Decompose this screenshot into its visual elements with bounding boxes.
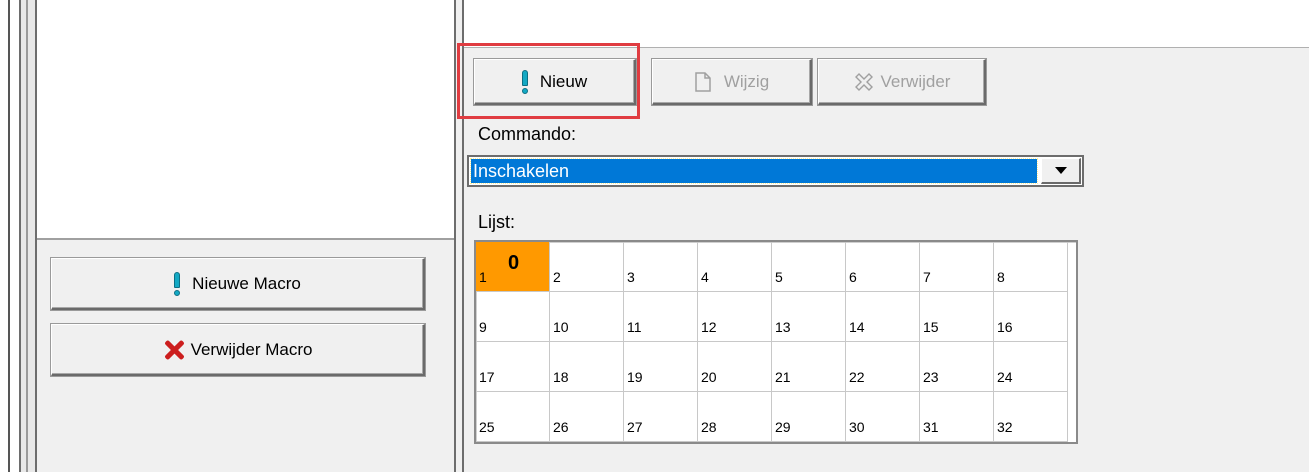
grid-cell[interactable]: 17 bbox=[476, 342, 550, 392]
cell-number: 31 bbox=[923, 419, 939, 435]
cell-number: 32 bbox=[997, 419, 1013, 435]
delete-macro-button[interactable]: Verwijder Macro bbox=[51, 324, 425, 376]
grid-cell[interactable]: 13 bbox=[772, 292, 846, 342]
x-outline-icon bbox=[854, 72, 873, 91]
cell-number: 2 bbox=[553, 269, 561, 285]
cell-number: 24 bbox=[997, 369, 1013, 385]
window-frame-left bbox=[8, 0, 10, 472]
exclamation-icon bbox=[174, 271, 181, 296]
grid-cell[interactable]: 24 bbox=[994, 342, 1068, 392]
cell-number: 17 bbox=[479, 369, 495, 385]
delete-macro-label: Verwijder Macro bbox=[190, 339, 313, 359]
cell-number: 30 bbox=[849, 419, 865, 435]
cell-number: 11 bbox=[627, 319, 642, 335]
cell-number: 4 bbox=[701, 269, 709, 285]
cell-number: 26 bbox=[553, 419, 569, 435]
cell-number: 18 bbox=[553, 369, 569, 385]
cell-number: 15 bbox=[923, 319, 939, 335]
grid-cell[interactable]: 23 bbox=[920, 342, 994, 392]
new-macro-label: Nieuwe Macro bbox=[192, 273, 301, 293]
cell-number: 12 bbox=[701, 319, 717, 335]
cell-number: 19 bbox=[627, 369, 643, 385]
macro-list[interactable] bbox=[37, 0, 454, 240]
grid-cell[interactable]: 3 bbox=[624, 242, 698, 292]
grid-cell[interactable]: 28 bbox=[698, 392, 772, 442]
grid-cell[interactable]: 9 bbox=[476, 292, 550, 342]
grid-cell[interactable]: 10 bbox=[476, 242, 550, 292]
grid-cell[interactable]: 18 bbox=[550, 342, 624, 392]
highlight-annotation bbox=[457, 43, 640, 119]
editor-header-area bbox=[464, 0, 1309, 48]
cell-number: 6 bbox=[849, 269, 857, 285]
cell-number: 9 bbox=[479, 319, 487, 335]
cell-number: 16 bbox=[997, 319, 1013, 335]
grid-cell[interactable]: 26 bbox=[550, 392, 624, 442]
grid-cell[interactable]: 5 bbox=[772, 242, 846, 292]
cell-number: 1 bbox=[479, 269, 487, 285]
grid-cell[interactable]: 20 bbox=[698, 342, 772, 392]
delete-button[interactable]: Verwijder bbox=[818, 59, 986, 105]
grid-cell[interactable]: 25 bbox=[476, 392, 550, 442]
cell-number: 20 bbox=[701, 369, 717, 385]
dropdown-arrow-button[interactable] bbox=[1041, 158, 1081, 184]
cell-number: 25 bbox=[479, 419, 495, 435]
delete-button-label: Verwijder bbox=[880, 71, 951, 91]
grid-cell[interactable]: 32 bbox=[994, 392, 1068, 442]
edit-button-label: Wijzig bbox=[723, 71, 770, 91]
grid-cell[interactable]: 19 bbox=[624, 342, 698, 392]
grid-cell[interactable]: 16 bbox=[994, 292, 1068, 342]
grid-cell[interactable]: 22 bbox=[846, 342, 920, 392]
grid-cell[interactable]: 21 bbox=[772, 342, 846, 392]
cell-number: 27 bbox=[627, 419, 643, 435]
chevron-down-icon bbox=[1054, 167, 1067, 174]
grid-cell[interactable]: 29 bbox=[772, 392, 846, 442]
grid-cell[interactable]: 27 bbox=[624, 392, 698, 442]
cell-number: 21 bbox=[775, 369, 791, 385]
frame-splitter-left bbox=[19, 0, 37, 472]
cell-number: 10 bbox=[553, 319, 569, 335]
grid-cell[interactable]: 15 bbox=[920, 292, 994, 342]
grid-cell[interactable]: 4 bbox=[698, 242, 772, 292]
cell-number: 7 bbox=[923, 269, 931, 285]
new-macro-button[interactable]: Nieuwe Macro bbox=[51, 258, 425, 310]
cell-number: 14 bbox=[849, 319, 865, 335]
grid-cell[interactable]: 11 bbox=[624, 292, 698, 342]
list-grid: 1 0 2 3 4 5 6 7 8 9 10 11 12 13 14 15 16 17 18 19 20 21 22 23 24… bbox=[474, 240, 1078, 444]
command-select[interactable]: Inschakelen bbox=[467, 155, 1084, 187]
grid-cell[interactable]: 10 bbox=[550, 292, 624, 342]
cell-number: 3 bbox=[627, 269, 635, 285]
edit-button[interactable]: Wijzig bbox=[652, 59, 812, 105]
grid-cell[interactable]: 14 bbox=[846, 292, 920, 342]
cell-number: 8 bbox=[997, 269, 1005, 285]
cell-number: 22 bbox=[849, 369, 865, 385]
grid-cell[interactable]: 30 bbox=[846, 392, 920, 442]
page-icon bbox=[695, 71, 711, 92]
cell-number: 28 bbox=[701, 419, 717, 435]
grid-cell[interactable]: 2 bbox=[550, 242, 624, 292]
cell-number: 23 bbox=[923, 369, 939, 385]
cell-number: 13 bbox=[775, 319, 791, 335]
grid-cell[interactable]: 31 bbox=[920, 392, 994, 442]
grid-cell[interactable]: 7 bbox=[920, 242, 994, 292]
command-label: Commando: bbox=[478, 124, 577, 144]
grid-cell[interactable]: 12 bbox=[698, 292, 772, 342]
cell-number: 5 bbox=[775, 269, 783, 285]
list-label: Lijst: bbox=[478, 212, 516, 232]
red-x-icon bbox=[163, 339, 185, 361]
grid-cell[interactable]: 6 bbox=[846, 242, 920, 292]
grid-cell[interactable]: 8 bbox=[994, 242, 1068, 292]
command-selected-value: Inschakelen bbox=[470, 158, 1038, 184]
cell-number: 29 bbox=[775, 419, 791, 435]
cell-value: 0 bbox=[508, 252, 520, 274]
